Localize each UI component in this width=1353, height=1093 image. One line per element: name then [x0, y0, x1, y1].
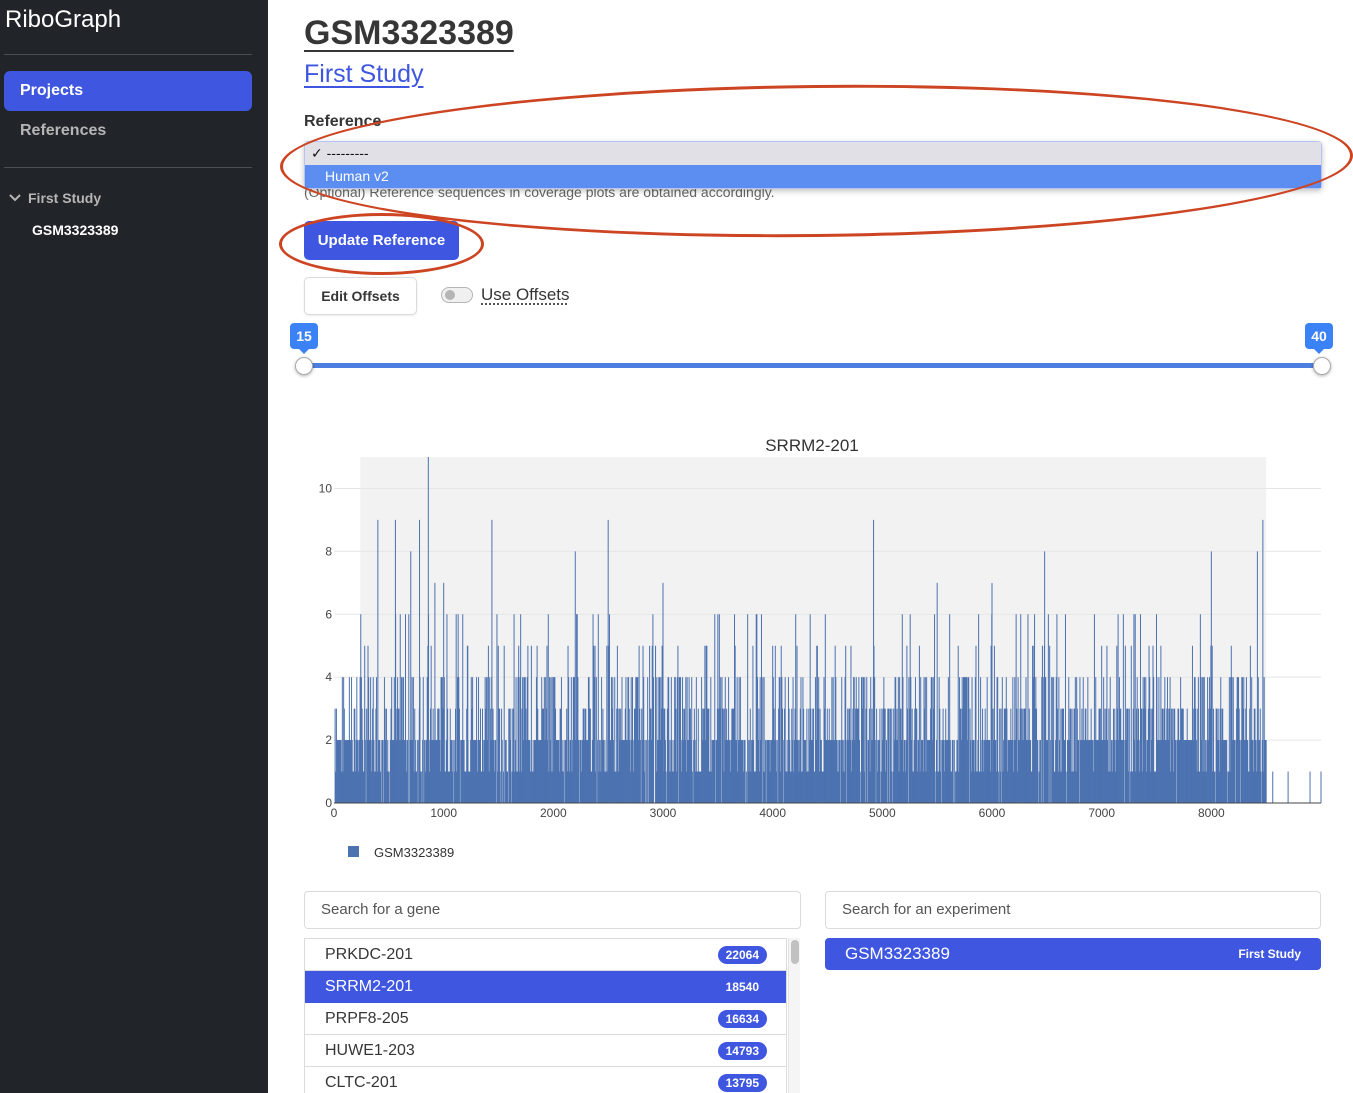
y-tick-label: 6 — [325, 607, 332, 621]
x-tick-label: 3000 — [650, 806, 677, 820]
gene-row-cltc[interactable]: CLTC-201 13795 — [305, 1067, 786, 1093]
slider-max-tooltip: 40 — [1305, 323, 1333, 354]
tree-item-label: First Study — [28, 190, 102, 206]
sidebar-divider — [4, 54, 252, 55]
tree-item-first-study[interactable]: First Study — [8, 190, 101, 206]
gene-name: HUWE1-203 — [325, 1041, 415, 1059]
gene-search-input[interactable]: Search for a gene — [304, 891, 801, 929]
experiment-project-tag: First Study — [1238, 947, 1301, 961]
x-tick-label: 8000 — [1198, 806, 1225, 820]
experiment-row[interactable]: GSM3323389 First Study — [825, 938, 1321, 970]
sidebar-item-projects[interactable]: Projects — [4, 71, 252, 111]
sidebar-item-references[interactable]: References — [4, 111, 252, 151]
slider-min-handle[interactable] — [295, 357, 313, 375]
length-range-slider-track[interactable] — [304, 363, 1322, 368]
scrollbar-thumb[interactable] — [791, 940, 799, 964]
gene-row-huwe1[interactable]: HUWE1-203 14793 — [305, 1035, 786, 1067]
x-tick-label: 7000 — [1088, 806, 1115, 820]
sidebar: RiboGraph Projects References First Stud… — [0, 0, 268, 1093]
gene-name: PRKDC-201 — [325, 945, 414, 963]
toggle-knob — [445, 290, 455, 300]
gene-count-badge: 22064 — [717, 945, 767, 964]
gene-list[interactable]: PRKDC-201 22064 SRRM2-201 18540 PRPF8-20… — [304, 938, 787, 1093]
experiment-name: GSM3323389 — [845, 944, 950, 963]
tree-item-experiment[interactable]: GSM3323389 — [32, 222, 118, 238]
x-tick-label: 5000 — [869, 806, 896, 820]
y-axis-ticks: 0 2 4 6 8 10 — [319, 481, 333, 810]
y-tick-label: 2 — [325, 733, 332, 747]
gene-row-prkdc[interactable]: PRKDC-201 22064 — [305, 939, 786, 971]
y-tick-label: 4 — [325, 670, 332, 684]
y-tick-label: 8 — [325, 544, 332, 558]
edit-offsets-button[interactable]: Edit Offsets — [304, 277, 417, 315]
gene-count-badge: 16634 — [717, 1009, 767, 1028]
slider-min-tooltip: 15 — [290, 323, 318, 354]
gene-list-scrollbar[interactable] — [788, 938, 800, 1093]
legend-swatch — [348, 846, 359, 857]
x-tick-label: 2000 — [540, 806, 567, 820]
y-tick-label: 0 — [325, 796, 332, 810]
gene-row-srrm2[interactable]: SRRM2-201 18540 — [305, 971, 786, 1003]
legend-label: GSM3323389 — [374, 845, 454, 860]
chevron-down-icon — [9, 194, 21, 202]
gene-count-badge: 18540 — [725, 979, 759, 994]
annotation-ellipse-button — [279, 213, 484, 275]
gene-name: PRPF8-205 — [325, 1009, 409, 1027]
x-tick-label: 4000 — [759, 806, 786, 820]
coverage-chart-svg: 0 1000 2000 3000 4000 5000 6000 7000 8000 0 2 4 6 8 1… — [319, 436, 1322, 860]
gene-row-prpf8[interactable]: PRPF8-205 16634 — [305, 1003, 786, 1035]
x-axis-ticks: 0 1000 2000 3000 4000 5000 6000 7000 8000 — [331, 806, 1225, 820]
app-brand[interactable]: RiboGraph — [5, 6, 121, 34]
x-tick-label: 6000 — [979, 806, 1006, 820]
gene-name: CLTC-201 — [325, 1073, 398, 1091]
y-tick-label: 10 — [319, 481, 333, 495]
x-tick-label: 1000 — [430, 806, 457, 820]
slider-max-handle[interactable] — [1313, 357, 1331, 375]
experiment-search-input[interactable]: Search for an experiment — [825, 891, 1321, 929]
use-offsets-toggle[interactable] — [441, 287, 473, 303]
coverage-chart[interactable]: 0 1000 2000 3000 4000 5000 6000 7000 8000 0 2 4 6 8 1… — [300, 425, 1353, 870]
gene-name: SRRM2-201 — [325, 977, 414, 995]
sidebar-divider — [4, 167, 252, 168]
chart-title: SRRM2-201 — [765, 436, 859, 455]
gene-count-badge: 13795 — [717, 1073, 767, 1092]
use-offsets-label[interactable]: Use Offsets — [481, 285, 570, 305]
page-title[interactable]: GSM3323389 — [304, 14, 514, 53]
gene-count-badge: 14793 — [717, 1041, 767, 1060]
project-link[interactable]: First Study — [304, 60, 423, 89]
